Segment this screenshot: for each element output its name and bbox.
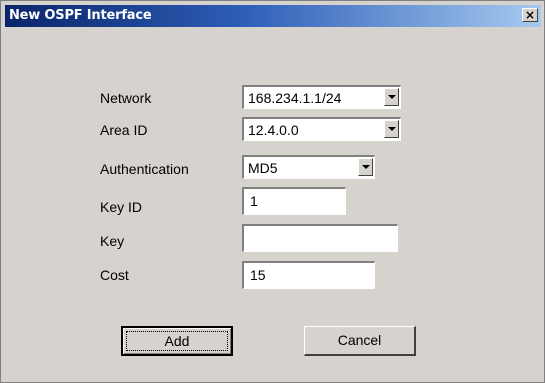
window-title: New OSPF Interface [9, 8, 152, 23]
add-button[interactable]: Add [121, 326, 233, 356]
chevron-down-icon[interactable] [384, 88, 399, 106]
authentication-label: Authentication [100, 161, 189, 177]
key-id-label: Key ID [100, 199, 143, 215]
title-bar[interactable]: New OSPF Interface × [5, 5, 541, 27]
new-ospf-interface-dialog: New OSPF Interface × Network 168.234.1.1… [0, 0, 545, 383]
chevron-down-icon[interactable] [358, 158, 373, 176]
focus-rectangle [126, 331, 228, 351]
cost-field[interactable]: 15 [242, 261, 375, 289]
key-label: Key [100, 233, 125, 249]
key-id-field[interactable]: 1 [242, 187, 346, 215]
network-value: 168.234.1.1/24 [248, 90, 342, 106]
network-label: Network [100, 90, 152, 106]
area-id-label: Area ID [100, 122, 148, 138]
area-id-value: 12.4.0.0 [248, 122, 299, 138]
close-button[interactable]: × [522, 8, 538, 22]
authentication-value: MD5 [248, 160, 278, 176]
key-id-value: 1 [250, 193, 258, 209]
area-id-select[interactable]: 12.4.0.0 [242, 117, 401, 141]
cost-label: Cost [100, 267, 129, 283]
cost-value: 15 [250, 267, 266, 283]
key-field[interactable] [242, 224, 398, 252]
close-icon: × [524, 8, 536, 22]
chevron-down-icon[interactable] [384, 120, 399, 138]
network-select[interactable]: 168.234.1.1/24 [242, 85, 401, 109]
authentication-select[interactable]: MD5 [242, 155, 375, 179]
cancel-button[interactable]: Cancel [304, 326, 416, 356]
cancel-button-label: Cancel [337, 332, 382, 348]
